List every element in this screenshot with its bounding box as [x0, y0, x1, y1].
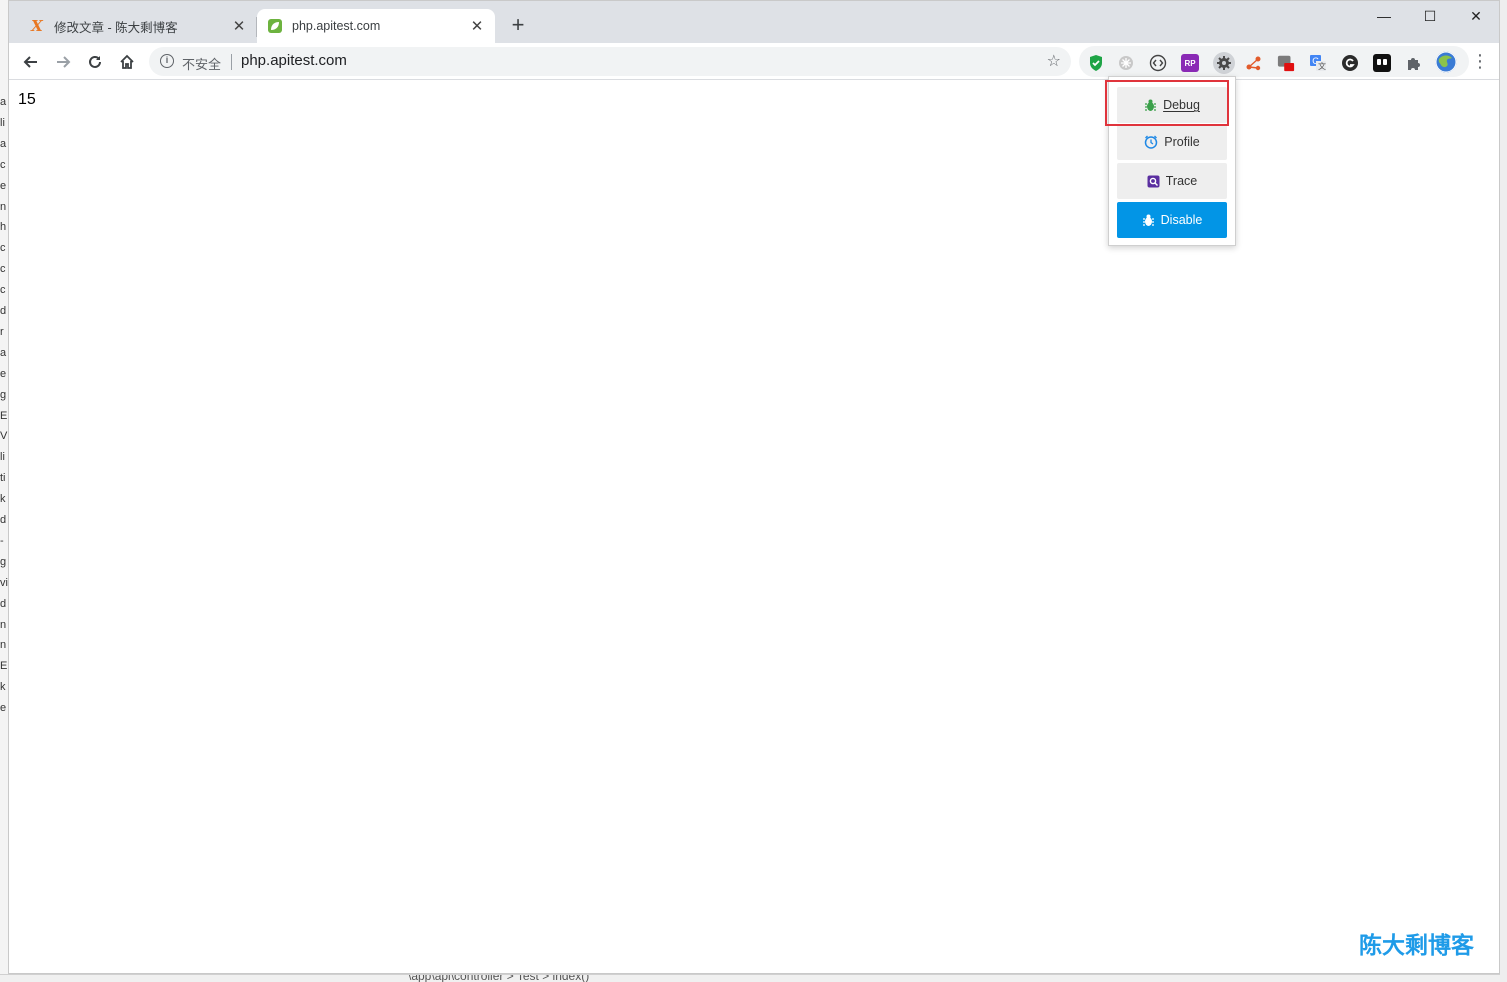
background-text-fragment: r	[0, 325, 4, 338]
clock-icon	[1144, 135, 1158, 149]
leaf-icon	[267, 18, 283, 34]
tab-php-apitest[interactable]: php.apitest.com ✕	[257, 9, 495, 43]
arrow-right-icon	[57, 56, 71, 68]
forward-button[interactable]	[50, 49, 76, 75]
rp-icon[interactable]: RP	[1181, 54, 1199, 72]
background-text-fragment: a	[0, 137, 7, 150]
background-text-fragment: k	[0, 493, 6, 506]
background-text-fragment: a	[0, 346, 7, 359]
background-text-fragment: a	[0, 96, 7, 108]
background-text-fragment: ti	[0, 472, 6, 485]
background-text-fragment: d	[0, 305, 7, 317]
new-tab-button[interactable]: +	[507, 14, 529, 37]
browser-window: X 修改文章 - 陈大剩博客 ✕ php.apitest.com ✕ + — ☐…	[8, 0, 1500, 974]
x-icon: X	[31, 17, 43, 35]
star-icon[interactable]: ☆	[1047, 51, 1061, 71]
profile-button[interactable]: Profile	[1117, 124, 1227, 160]
back-button[interactable]	[18, 49, 44, 75]
disable-label: Disable	[1160, 213, 1203, 227]
background-text-fragment: c	[0, 263, 6, 276]
background-text-fragment: k	[0, 681, 6, 694]
background-text-fragment: e	[0, 702, 7, 715]
home-icon	[120, 54, 134, 69]
security-label: 不安全	[182, 57, 222, 72]
trace-label: Trace	[1165, 174, 1198, 188]
background-text-fragment: -	[0, 534, 4, 547]
background-text-fragment: e	[0, 367, 7, 380]
divider	[231, 54, 232, 70]
toolbar: i 不安全 php.apitest.com ☆ RP G 文 ⋮	[9, 43, 1499, 80]
url-text[interactable]: php.apitest.com	[241, 52, 347, 69]
tab-title: 修改文章 - 陈大剩博客	[54, 20, 178, 35]
info-icon[interactable]: i	[160, 54, 174, 68]
background-text-fragment: e	[0, 179, 7, 192]
page-body-text: 15	[18, 91, 36, 108]
close-icon[interactable]: ✕	[231, 18, 247, 35]
background-text-fragment: g	[0, 388, 7, 401]
background-text-fragment: g	[0, 555, 7, 568]
reload-button[interactable]	[82, 49, 108, 75]
gear-icon[interactable]	[1213, 52, 1235, 74]
avatar[interactable]	[1435, 51, 1457, 73]
minimize-button[interactable]: —	[1361, 5, 1407, 27]
background-text-fragment: c	[0, 242, 6, 255]
background-window-bottom: \app\api\controller > Test > index()	[0, 974, 1507, 982]
code-brackets-icon[interactable]	[1149, 54, 1167, 72]
bug-icon	[1142, 214, 1155, 227]
background-text-fragment: n	[0, 618, 7, 631]
reload-icon	[89, 55, 101, 68]
disable-button[interactable]: Disable	[1117, 202, 1227, 238]
background-text-fragment: vi	[0, 576, 8, 589]
background-text-fragment: li	[0, 116, 5, 129]
window-badge-icon[interactable]	[1277, 54, 1295, 72]
background-text-fragment: n	[0, 200, 7, 213]
shield-icon[interactable]	[1087, 54, 1105, 72]
trace-button[interactable]: Trace	[1117, 163, 1227, 199]
background-breadcrumb: \app\api\controller > Test > index()	[408, 974, 590, 982]
tab-strip: X 修改文章 - 陈大剩博客 ✕ php.apitest.com ✕ + — ☐…	[9, 1, 1499, 43]
background-text-fragment: li	[0, 451, 5, 464]
puzzle-icon[interactable]	[1405, 54, 1423, 72]
background-text-fragment: h	[0, 221, 7, 234]
background-window-right	[1500, 0, 1507, 982]
background-text-fragment: d	[0, 597, 7, 610]
tab-title: php.apitest.com	[292, 19, 381, 33]
background-text-fragment: n	[0, 639, 7, 652]
background-window-strip: a li a c e n h c c c d r a e g E Vli ti k d - g vi d n n Ek e	[0, 0, 8, 982]
close-icon[interactable]: ✕	[469, 18, 485, 35]
extensions-area: RP G文	[1079, 46, 1469, 77]
background-text-fragment: c	[0, 158, 6, 171]
debug-highlight-box	[1105, 80, 1229, 126]
close-window-button[interactable]: ✕	[1453, 5, 1499, 27]
circle-g-icon[interactable]	[1341, 54, 1359, 72]
svg-text:文: 文	[1318, 61, 1326, 71]
background-text-fragment: V	[0, 430, 8, 443]
background-text-fragment: c	[0, 284, 6, 297]
maximize-button[interactable]: ☐	[1407, 5, 1453, 27]
background-text-fragment: d	[0, 514, 7, 526]
trace-icon	[1147, 175, 1160, 188]
more-menu-icon[interactable]: ⋮	[1471, 52, 1489, 72]
tab-blog-edit[interactable]: X 修改文章 - 陈大剩博客 ✕	[19, 9, 257, 43]
snowflake-icon[interactable]	[1117, 54, 1135, 72]
profile-label: Profile	[1164, 135, 1200, 149]
background-text-fragment: E	[0, 660, 8, 673]
translate-icon[interactable]: G文	[1309, 54, 1327, 72]
address-bar[interactable]: i 不安全 php.apitest.com ☆	[149, 47, 1071, 76]
panda-icon[interactable]	[1373, 54, 1391, 72]
arrow-left-icon	[23, 56, 37, 68]
watermark: 陈大剩博客	[1359, 933, 1474, 959]
home-button[interactable]	[114, 49, 140, 75]
background-text-fragment: E	[0, 409, 8, 422]
network-nodes-icon[interactable]	[1245, 54, 1263, 72]
